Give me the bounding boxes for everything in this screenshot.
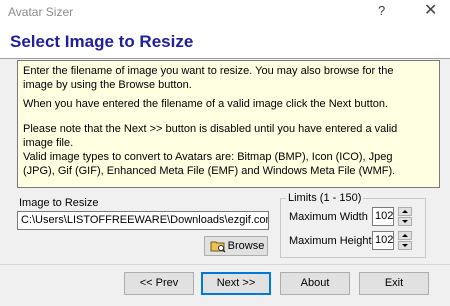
spin-down-icon[interactable]	[398, 217, 412, 226]
max-height-label: Maximum Height	[289, 235, 372, 247]
limits-legend: Limits (1 - 150)	[286, 192, 364, 204]
instruction-text: Enter the filename of image you want to …	[23, 65, 394, 91]
exit-button[interactable]: Exit	[359, 272, 429, 295]
image-path-label: Image to Resize	[19, 197, 98, 209]
max-width-label: Maximum Width	[289, 211, 368, 223]
instruction-text: Please note that the Next >> button is d…	[23, 123, 398, 149]
max-width-spinner[interactable]	[398, 207, 412, 226]
browse-button-label: Browse	[227, 240, 265, 252]
footer-divider	[0, 264, 450, 265]
spin-up-icon[interactable]	[398, 207, 412, 216]
image-path-label-text: Image to Resize	[19, 197, 99, 209]
next-button[interactable]: Next >>	[201, 272, 271, 295]
prev-button[interactable]: << Prev	[124, 272, 194, 295]
about-button[interactable]: About	[280, 272, 350, 295]
window-title: Avatar Sizer	[8, 5, 74, 19]
max-height-field[interactable]: 102	[372, 231, 394, 250]
instruction-text: When you have entered the filename of a …	[23, 98, 389, 110]
page-title: Select Image to Resize	[10, 32, 194, 51]
max-height-spinner[interactable]	[398, 231, 412, 250]
help-button[interactable]: ?	[378, 3, 385, 18]
image-path-input[interactable]: C:\Users\LISTOFFREEWARE\Downloads\ezgif.…	[17, 211, 269, 230]
folder-icon	[210, 241, 226, 253]
instruction-text: Valid image types to convert to Avatars …	[23, 151, 396, 177]
spin-down-icon[interactable]	[398, 241, 412, 250]
max-width-field[interactable]: 102	[372, 207, 394, 226]
close-button[interactable]: ✕	[424, 0, 437, 20]
spin-up-icon[interactable]	[398, 231, 412, 240]
